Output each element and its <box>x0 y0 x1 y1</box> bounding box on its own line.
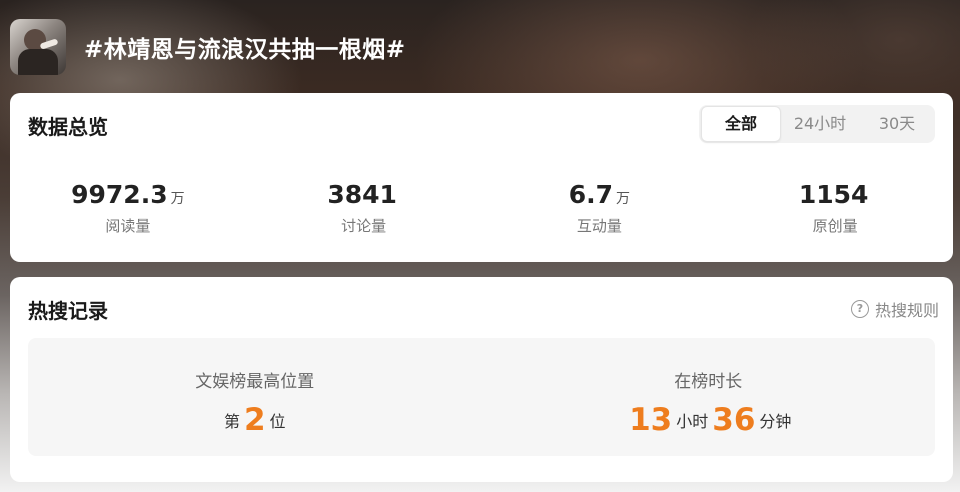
stat-discussions-value: 3841 <box>327 180 397 209</box>
hot-search-summary: 文娱榜最高位置 第2位 在榜时长 13 小时 36 分钟 <box>28 338 935 456</box>
duration-value: 13 小时 36 分钟 <box>482 402 936 438</box>
rank-prefix: 第 <box>223 412 240 431</box>
duration-hours-unit: 小时 <box>676 412 709 431</box>
tab-24h[interactable]: 24小时 <box>781 107 859 141</box>
tab-30d[interactable]: 30天 <box>859 107 935 141</box>
stats-row: 9972.3 万 阅读量 3841 讨论量 6.7 万 互动量 1154 原创量 <box>10 181 953 236</box>
overview-card: 数据总览 全部 24小时 30天 9972.3 万 阅读量 3841 讨论量 6.… <box>10 93 953 262</box>
stat-originals-label: 原创量 <box>812 217 858 235</box>
stat-discussions: 3841 讨论量 <box>246 181 482 236</box>
duration-minutes: 36 <box>712 402 756 438</box>
hot-search-rules-label: 热搜规则 <box>874 301 939 320</box>
stat-interactions-value: 6.7 <box>568 180 614 209</box>
duration-label: 在榜时长 <box>674 372 743 392</box>
stat-discussions-label: 讨论量 <box>341 217 387 235</box>
duration-block: 在榜时长 13 小时 36 分钟 <box>482 338 936 456</box>
stat-reads-value: 9972.3 <box>71 180 168 209</box>
best-position-value: 第2位 <box>28 402 482 438</box>
hot-search-card: 热搜记录 ? 热搜规则 文娱榜最高位置 第2位 在榜时长 13 小时 36 分钟 <box>10 277 953 482</box>
topic-header: #林靖恩与流浪汉共抽一根烟# <box>10 18 406 76</box>
avatar-body <box>18 49 58 75</box>
stat-reads-label: 阅读量 <box>105 217 151 235</box>
rank-number: 2 <box>243 402 266 438</box>
topic-avatar[interactable] <box>10 19 66 75</box>
best-position-block: 文娱榜最高位置 第2位 <box>28 338 482 456</box>
stat-originals: 1154 原创量 <box>717 181 953 236</box>
topic-title: #林靖恩与流浪汉共抽一根烟# <box>84 37 406 63</box>
stat-originals-value: 1154 <box>798 180 869 209</box>
stat-reads: 9972.3 万 阅读量 <box>10 181 246 236</box>
hot-search-title: 热搜记录 <box>28 299 108 323</box>
stat-interactions: 6.7 万 互动量 <box>482 181 718 236</box>
duration-hours: 13 <box>629 402 673 438</box>
stat-interactions-unit: 万 <box>616 191 631 207</box>
rank-suffix: 位 <box>269 412 286 431</box>
hot-search-rules-link[interactable]: ? 热搜规则 <box>850 297 939 321</box>
stat-reads-unit: 万 <box>170 191 185 207</box>
overview-title: 数据总览 <box>28 115 108 139</box>
question-circle-icon: ? <box>850 300 869 318</box>
duration-minutes-unit: 分钟 <box>759 412 792 431</box>
best-position-label: 文娱榜最高位置 <box>195 372 315 392</box>
tab-all[interactable]: 全部 <box>701 106 781 142</box>
stat-interactions-label: 互动量 <box>576 217 622 235</box>
time-range-tabs: 全部 24小时 30天 <box>699 105 935 143</box>
